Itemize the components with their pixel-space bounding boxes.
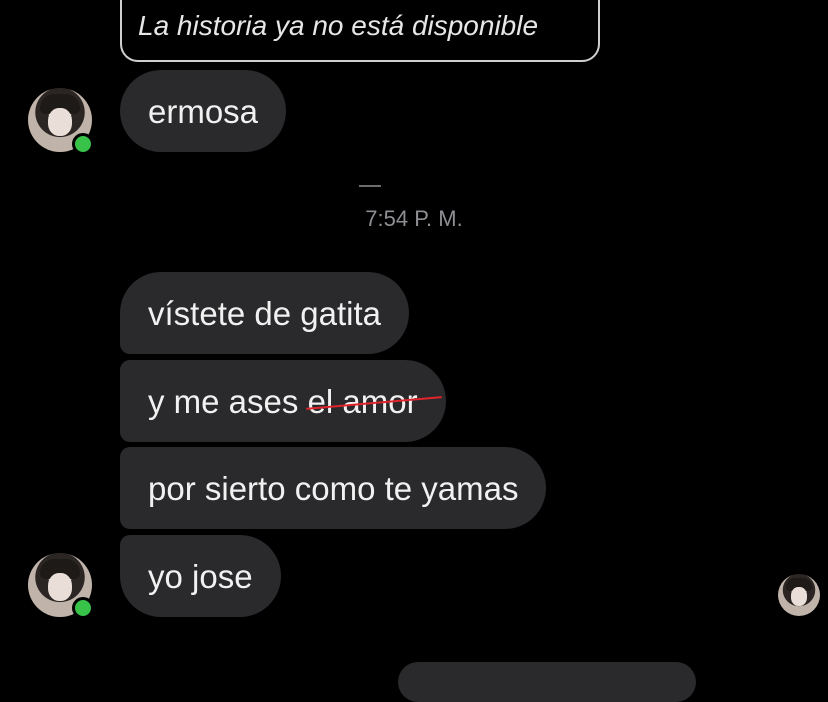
message-text: ermosa [148, 92, 259, 130]
online-status-icon [72, 597, 94, 619]
chat-thread: La historia ya no está disponible ermosa… [0, 0, 828, 702]
message-bubble[interactable]: vístete de gatita [120, 272, 409, 354]
story-unavailable-text: La historia ya no está disponible [138, 10, 539, 41]
story-unavailable-notice[interactable]: La historia ya no está disponible [120, 0, 600, 62]
message-text: yo jose [148, 557, 253, 595]
outgoing-message-bubble[interactable] [398, 662, 696, 702]
message-text: por sierto como te yamas [148, 469, 519, 507]
message-bubble[interactable]: por sierto como te yamas [120, 447, 547, 529]
read-receipt-avatar [778, 574, 820, 616]
message-bubble[interactable]: yo jose [120, 535, 281, 617]
divider [359, 185, 381, 187]
message-bubble[interactable]: ermosa [120, 70, 287, 152]
message-bubble[interactable]: y me ases el amor [120, 360, 446, 442]
message-text: y me ases [148, 382, 308, 420]
message-timestamp: 7:54 P. M. [365, 206, 463, 231]
struck-text: el amor [307, 382, 418, 420]
message-text: vístete de gatita [148, 294, 381, 332]
online-status-icon [72, 133, 94, 155]
